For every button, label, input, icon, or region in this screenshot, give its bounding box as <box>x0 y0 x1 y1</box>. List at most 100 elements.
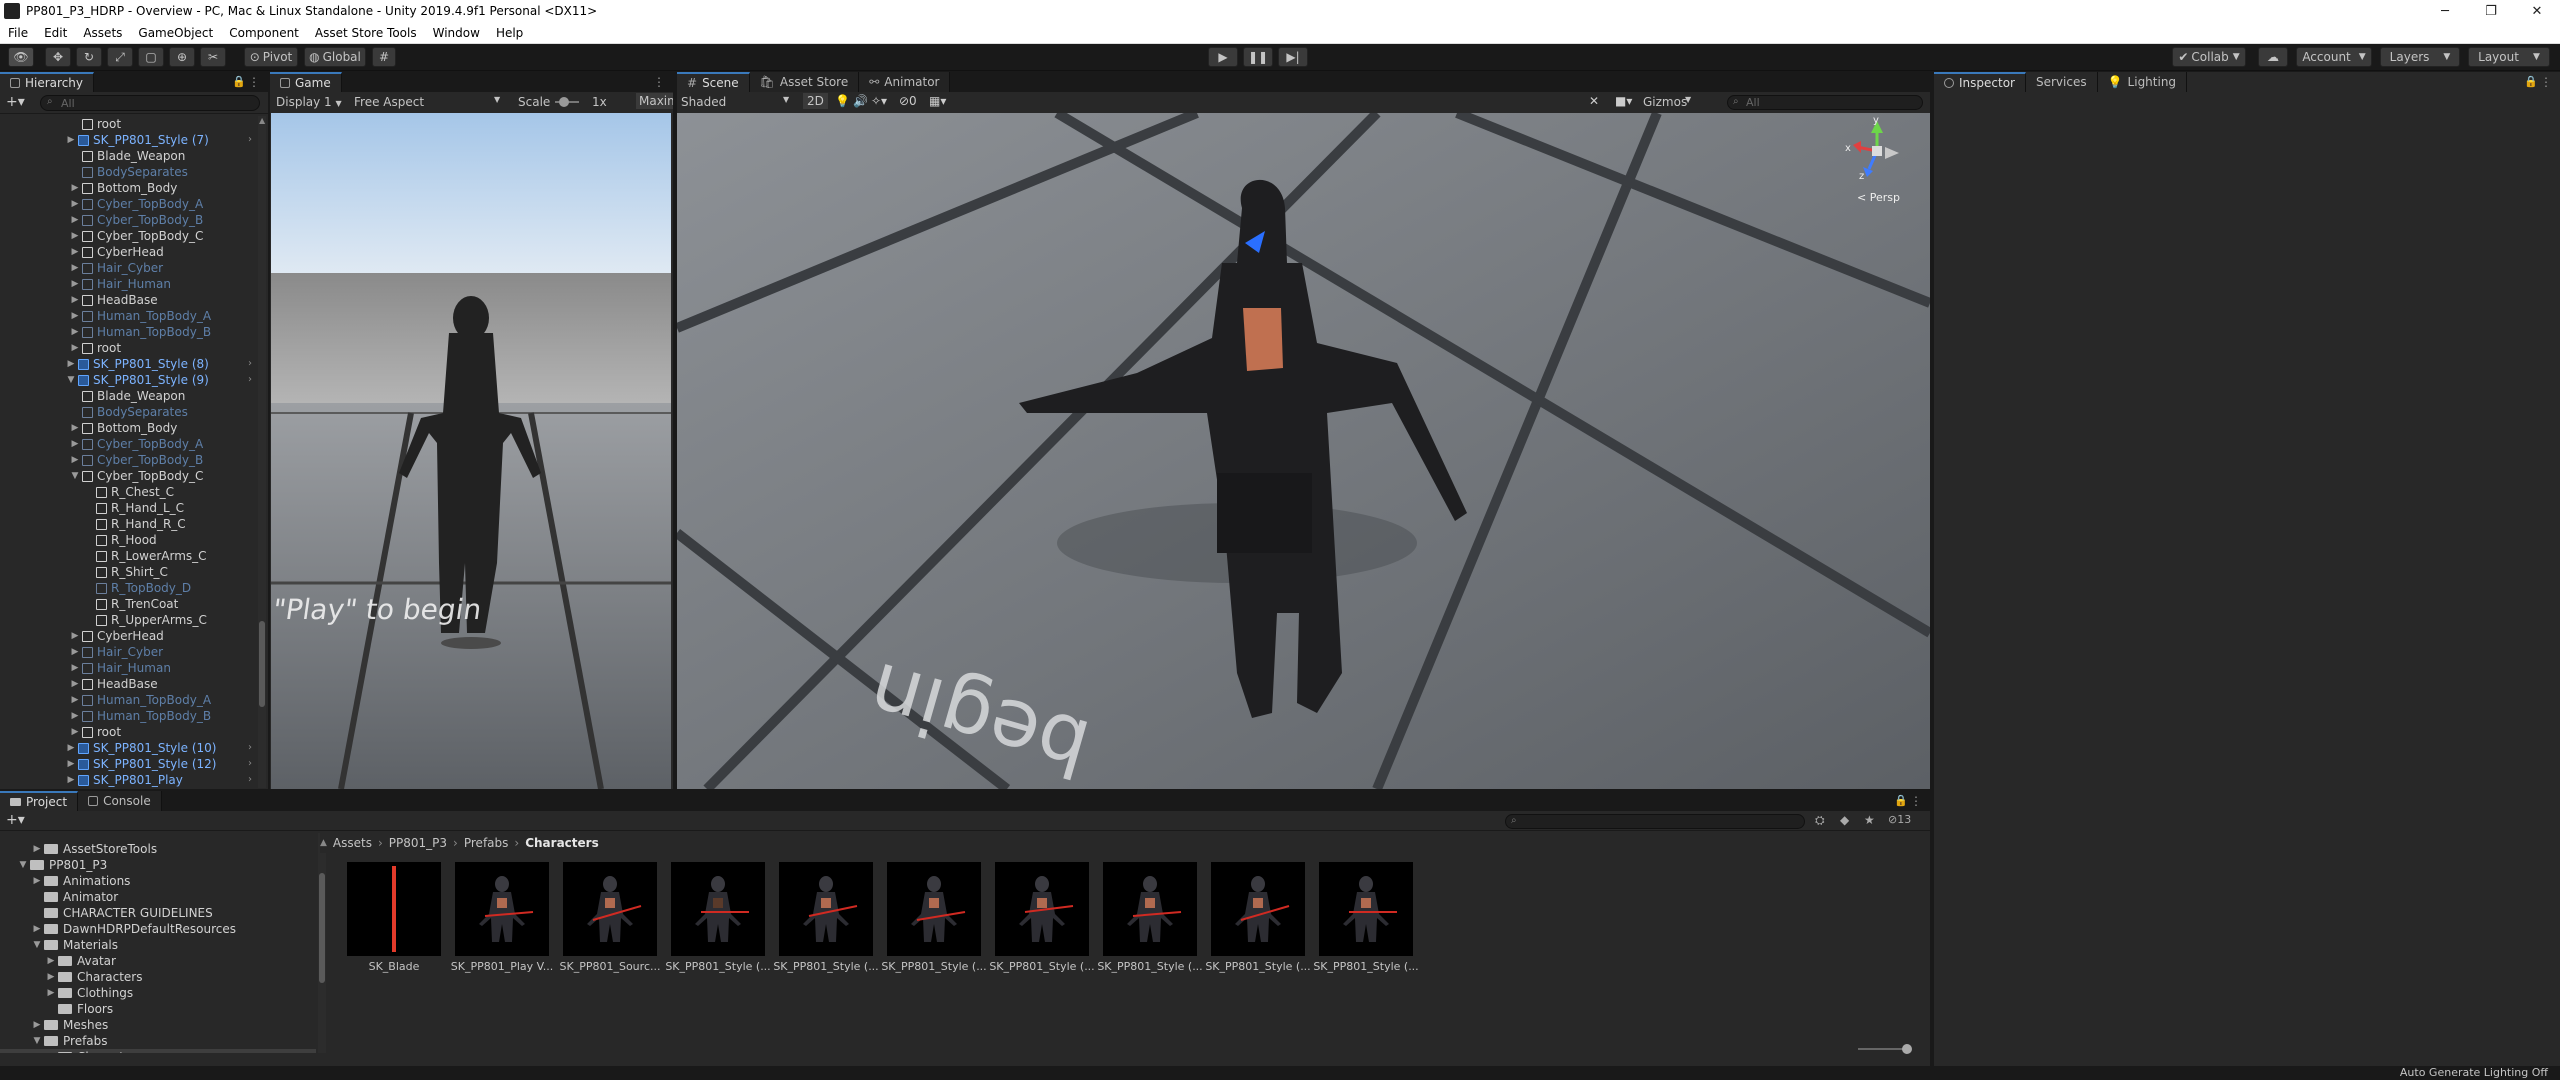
tab-hierarchy[interactable]: Hierarchy <box>0 72 95 92</box>
open-prefab-chevron-icon[interactable]: › <box>248 742 252 753</box>
hierarchy-scrollbar[interactable]: ▲ <box>258 116 266 788</box>
hidden-objects-icon[interactable]: ⊘0 <box>899 94 917 108</box>
hierarchy-item[interactable]: ▶ SK_PP801_Style (12) <box>66 756 217 772</box>
menu-assets[interactable]: Assets <box>75 26 130 40</box>
hierarchy-item[interactable]: BodySeparates <box>70 404 188 420</box>
collapsed-arrow-icon[interactable]: ▶ <box>70 663 80 673</box>
menu-asset-store-tools[interactable]: Asset Store Tools <box>307 26 425 40</box>
asset-tile[interactable]: SK_PP801_Style (... <box>1205 862 1311 973</box>
project-folder-item[interactable]: ▶ Meshes <box>0 1017 316 1033</box>
collapsed-arrow-icon[interactable]: ▶ <box>70 423 80 433</box>
hierarchy-item[interactable]: Blade_Weapon <box>70 388 185 404</box>
open-prefab-chevron-icon[interactable]: › <box>248 358 252 369</box>
hierarchy-item[interactable]: R_Shirt_C <box>84 564 168 580</box>
collapsed-arrow-icon[interactable]: ▶ <box>46 972 56 982</box>
account-button[interactable]: Account ▼ <box>2296 47 2372 67</box>
maximize-on-play-button[interactable]: Maxim <box>636 93 673 109</box>
hierarchy-item[interactable]: ▶ root <box>70 340 122 356</box>
hierarchy-item[interactable]: ▶ HeadBase <box>70 292 158 308</box>
asset-tile[interactable]: SK_PP801_Style (... <box>881 862 987 973</box>
tab-game[interactable]: Game <box>270 72 342 92</box>
hierarchy-item[interactable]: ▶ SK_PP801_Style (10) <box>66 740 217 756</box>
collab-button[interactable]: ✔ Collab ▼ <box>2172 47 2246 67</box>
close-icon[interactable]: ✕ <box>2514 4 2560 19</box>
aspect-select[interactable]: Free Aspect ▼ <box>354 95 504 109</box>
orientation-gizmo[interactable]: y x z < Persp <box>1827 115 1927 209</box>
hierarchy-item[interactable]: ▶ Human_TopBody_A <box>70 692 212 708</box>
menu-file[interactable]: File <box>0 26 36 40</box>
asset-tile[interactable]: SK_PP801_Style (... <box>1313 862 1419 973</box>
asset-tile[interactable]: SK_PP801_Style (... <box>773 862 879 973</box>
restore-icon[interactable]: ❐ <box>2468 4 2514 19</box>
lock-icon[interactable]: 🔒 <box>1894 794 1908 807</box>
scale-tool-button[interactable]: ⤢ <box>107 47 133 67</box>
collapsed-arrow-icon[interactable]: ▶ <box>70 183 80 193</box>
effects-toggle-icon[interactable]: ✧▾ <box>871 94 887 108</box>
favorite-star-icon[interactable]: ★ <box>1864 813 1875 827</box>
breadcrumb-assets[interactable]: Assets <box>333 836 372 850</box>
layout-button[interactable]: Layout ▼ <box>2468 47 2550 67</box>
project-folder-item[interactable]: ▼ PP801_P3 <box>0 857 316 873</box>
project-folder-item[interactable]: ▶ Avatar <box>0 953 316 969</box>
hierarchy-item[interactable]: BodySeparates <box>70 164 188 180</box>
lock-icon[interactable]: 🔒 <box>232 75 246 88</box>
hierarchy-item[interactable]: ▶ SK_PP801_Play <box>66 772 183 788</box>
asset-tile[interactable]: SK_PP801_Style (... <box>665 862 771 973</box>
global-button[interactable]: ◍ Global <box>304 47 366 67</box>
tab-project[interactable]: Project <box>0 791 79 811</box>
collapsed-arrow-icon[interactable]: ▶ <box>70 439 80 449</box>
collapsed-arrow-icon[interactable]: ▶ <box>32 924 42 934</box>
grid-toggle-icon[interactable]: ▦▾ <box>929 94 946 108</box>
hierarchy-item[interactable]: ▶ Cyber_TopBody_C <box>70 228 204 244</box>
persp-label[interactable]: < Persp <box>1857 191 1900 204</box>
scrollbar-thumb[interactable] <box>259 621 265 707</box>
slider-handle[interactable] <box>1902 1044 1912 1054</box>
collapsed-arrow-icon[interactable]: ▶ <box>70 247 80 257</box>
collapsed-arrow-icon[interactable]: ▶ <box>66 775 76 785</box>
hierarchy-item[interactable]: ▼ SK_PP801_Style (9) <box>66 372 209 388</box>
hierarchy-item[interactable]: R_TopBody_D <box>84 580 191 596</box>
collapsed-arrow-icon[interactable]: ▶ <box>46 988 56 998</box>
tab-console[interactable]: Console <box>78 791 162 811</box>
project-folder-item[interactable]: ▼ Materials <box>0 937 316 953</box>
custom-tool-button[interactable]: ✂ <box>200 47 226 67</box>
project-folder-item[interactable]: Characters <box>0 1049 316 1053</box>
collapsed-arrow-icon[interactable]: ▶ <box>70 647 80 657</box>
kebab-menu-icon[interactable]: ⋮ <box>2540 75 2552 89</box>
collapsed-arrow-icon[interactable]: ▶ <box>70 695 80 705</box>
scene-viewport[interactable]: begin y x z < Persp <box>677 113 1930 789</box>
menu-help[interactable]: Help <box>488 26 531 40</box>
asset-tile[interactable]: SK_PP801_Play V... <box>451 862 553 973</box>
project-search-input[interactable]: ⌕ <box>1505 814 1805 829</box>
collapsed-arrow-icon[interactable]: ▶ <box>32 876 42 886</box>
create-asset-button[interactable]: +▾ <box>6 812 25 828</box>
collapsed-arrow-icon[interactable]: ▶ <box>66 359 76 369</box>
hierarchy-item[interactable]: R_UpperArms_C <box>84 612 207 628</box>
move-tool-button[interactable]: ✥ <box>45 47 71 67</box>
project-folder-item[interactable]: ▼ Prefabs <box>0 1033 316 1049</box>
kebab-menu-icon[interactable]: ⋮ <box>653 75 665 89</box>
collapsed-arrow-icon[interactable]: ▶ <box>70 455 80 465</box>
hierarchy-item[interactable]: Blade_Weapon <box>70 148 185 164</box>
collapsed-arrow-icon[interactable]: ▶ <box>66 759 76 769</box>
display-select[interactable]: Display 1 ▼ <box>276 95 342 109</box>
menu-edit[interactable]: Edit <box>36 26 75 40</box>
cloud-button[interactable]: ☁ <box>2258 47 2288 67</box>
menu-window[interactable]: Window <box>425 26 488 40</box>
project-folder-item[interactable]: ▶ Characters <box>0 969 316 985</box>
hierarchy-item[interactable]: ▶ Cyber_TopBody_B <box>70 212 204 228</box>
hierarchy-item[interactable]: ▶ Cyber_TopBody_B <box>70 452 204 468</box>
expanded-arrow-icon[interactable]: ▼ <box>70 471 80 481</box>
rect-tool-button[interactable]: ▢ <box>138 47 164 67</box>
hierarchy-item[interactable]: ▶ SK_PP801_Style (8) <box>66 356 209 372</box>
collapsed-arrow-icon[interactable]: ▶ <box>70 631 80 641</box>
scale-slider[interactable] <box>555 97 579 107</box>
hierarchy-item[interactable]: ▶ SK_PP801_Style (7) <box>66 132 209 148</box>
expanded-arrow-icon[interactable]: ▼ <box>32 940 42 950</box>
collapsed-arrow-icon[interactable]: ▶ <box>70 215 80 225</box>
hierarchy-search-input[interactable]: ⌕ All <box>40 95 260 111</box>
pivot-button[interactable]: ⊙ Pivot <box>244 47 298 67</box>
project-tree-scrollbar[interactable] <box>318 833 326 1053</box>
asset-tile[interactable]: SK_Blade <box>347 862 441 973</box>
collapsed-arrow-icon[interactable]: ▶ <box>70 727 80 737</box>
